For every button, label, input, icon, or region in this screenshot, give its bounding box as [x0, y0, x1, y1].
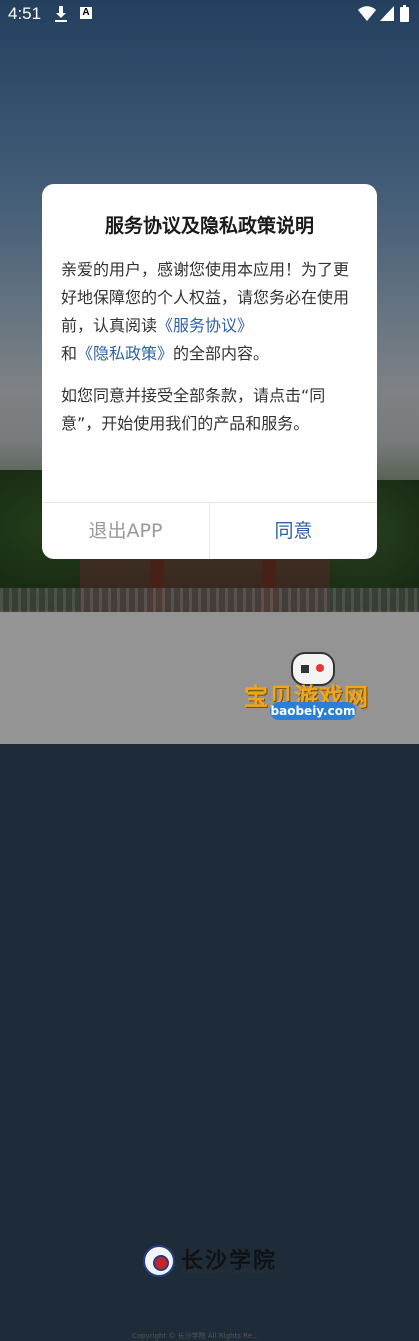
- school-emblem-icon: [143, 1245, 175, 1277]
- dialog-consent-paragraph: 如您同意并接受全部条款，请点击“同意”，开始使用我们的产品和服务。: [61, 386, 326, 433]
- intro-end-text: 的全部内容。: [173, 344, 270, 363]
- cell-signal-icon: [380, 6, 394, 21]
- and-text: 和: [61, 344, 78, 363]
- copyright-text: Copyright © 长沙学院 All Rights Re...: [132, 1332, 259, 1340]
- battery-icon: [400, 5, 409, 22]
- dialog-intro-paragraph: 亲爱的用户，感谢您使用本应用！为了更好地保障您的个人权益，请您务必在使用前，认真…: [61, 256, 361, 368]
- dialog-title: 服务协议及隐私政策说明: [104, 215, 314, 237]
- status-time: 4:51: [8, 4, 42, 23]
- exit-app-button[interactable]: 退出APP: [42, 503, 209, 559]
- privacy-policy-link[interactable]: 《隐私政策》: [77, 344, 173, 363]
- a-notification-icon: A: [80, 7, 92, 19]
- wifi-icon: [358, 6, 376, 21]
- watermark-url: baobeiy.com: [270, 702, 356, 720]
- privacy-policy-dialog: 服务协议及隐私政策说明 亲爱的用户，感谢您使用本应用！为了更好地保障您的个人权益…: [42, 184, 377, 559]
- school-english-name: CHANGSHA UNIVERSITY: [183, 1268, 274, 1275]
- service-agreement-link[interactable]: 《服务协议》: [157, 316, 253, 335]
- status-bar: 4:51 A: [0, 0, 419, 28]
- agree-button[interactable]: 同意: [210, 503, 377, 559]
- download-icon: [55, 6, 67, 22]
